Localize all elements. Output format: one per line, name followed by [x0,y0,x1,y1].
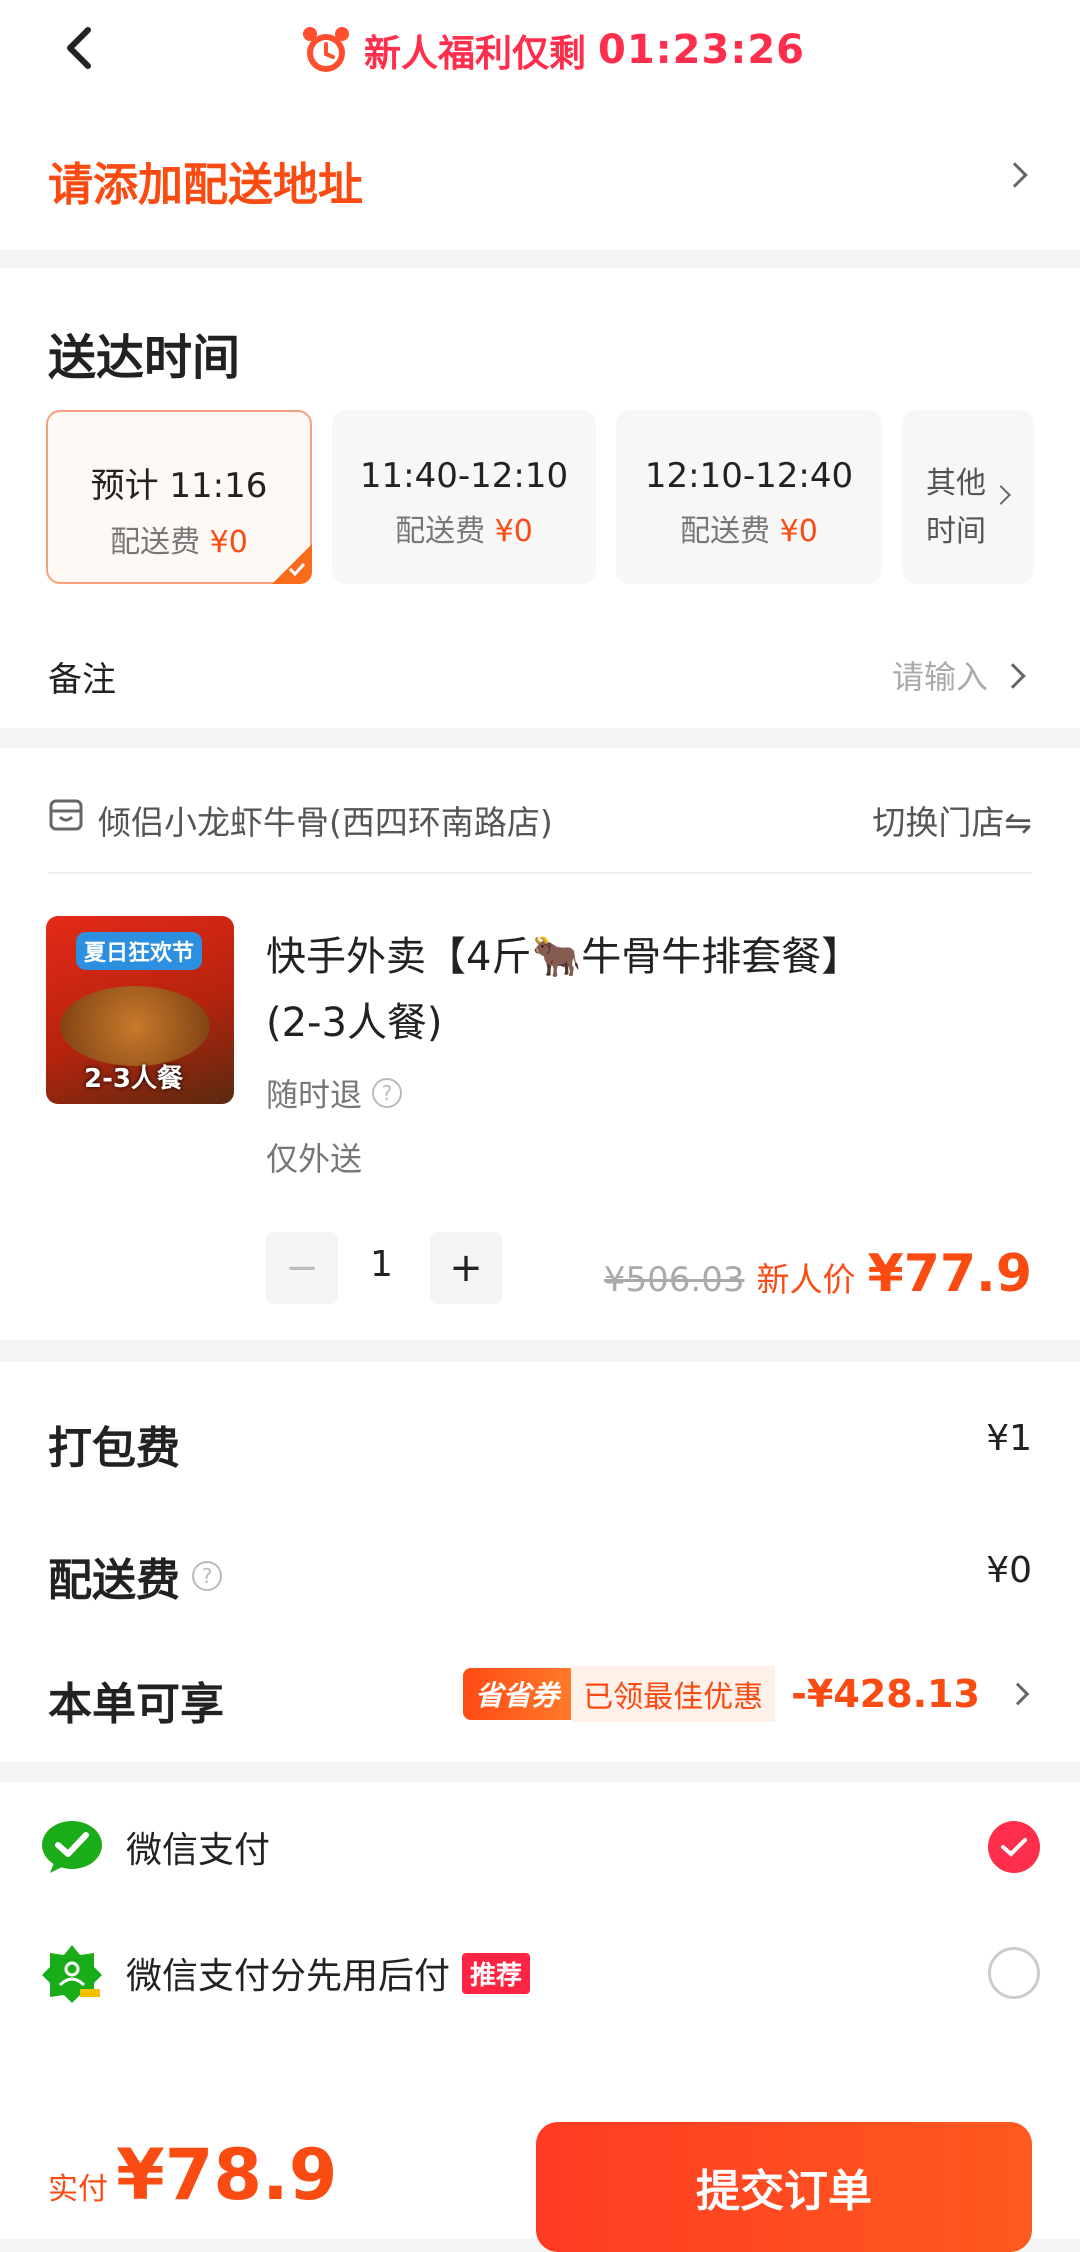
delivery-fee-value: ¥0 [986,1550,1032,1591]
discount-label: 本单可享 [48,1679,224,1730]
increment-button[interactable]: + [430,1232,502,1304]
slot-fee-label: 配送费 [110,525,201,560]
delivery-title: 送达时间 [48,330,241,386]
promo-countdown: 新人福利仅剩 01:23:26 [300,20,805,80]
fees-section: 打包费 ¥1 配送费 ? ¥0 本单可享 省省券 已领最佳优惠 -¥428.13 [0,1362,1080,1762]
store-name: 倾侣小龙虾牛骨(西四环南路店) [98,803,553,842]
food-photo [60,986,210,1066]
check-icon [1001,1838,1027,1857]
slot-fee: ¥0 [209,525,248,560]
slot-fee: ¥0 [494,514,533,549]
delivery-only: 仅外送 [266,1140,363,1178]
note-label: 备注 [48,660,116,700]
refund-text: 随时退 [266,1076,363,1114]
address-prompt: 请添加配送地址 [48,158,364,211]
radio-unselected[interactable] [988,1947,1040,1999]
slot-other-line1: 其他 [926,466,986,501]
slot-fee-label: 配送费 [395,514,486,549]
price-block: ¥506.03 新人价 ¥77.9 [604,1244,1032,1304]
discount-value: -¥428.13 [791,1672,980,1716]
promo-text: 新人福利仅剩 [364,32,586,75]
product-title-line2: (2-3人餐) [266,1000,443,1046]
chevron-right-icon [1006,1682,1030,1706]
wechat-credit-icon [42,1945,102,2003]
total-amount: ¥78.9 [116,2134,338,2216]
slot-fee: ¥0 [779,514,818,549]
switch-store-link[interactable]: 切换门店⇋ [872,796,1032,844]
product-image[interactable]: 夏日狂欢节 2-3人餐 [46,916,234,1104]
coupon-tag: 省省券 [463,1668,572,1720]
image-tag: 夏日狂欢节 [76,932,203,970]
payment-name: 微信支付 [126,1830,271,1871]
price-label: 新人价 [756,1260,856,1299]
product-section: 倾侣小龙虾牛骨(西四环南路店) 切换门店⇋ 夏日狂欢节 2-3人餐 快手外卖【4… [0,748,1080,1340]
divider [48,872,1032,874]
delivery-slot-2[interactable]: 11:40-12:10 配送费 ¥0 [332,410,596,584]
payment-option-wechat[interactable]: 微信支付 [40,1802,1040,1892]
paid-label: 实付 [48,2172,108,2207]
wechat-pay-icon [42,1821,102,1873]
delivery-slot-other[interactable]: 其他 时间 [902,410,1034,584]
image-sub: 2-3人餐 [84,1064,183,1094]
delivery-slot-3[interactable]: 12:10-12:40 配送费 ¥0 [616,410,882,584]
slot-fee-label: 配送费 [680,514,771,549]
radio-selected[interactable] [988,1821,1040,1873]
delivery-fee-row: 配送费 ? [48,1544,222,1608]
check-icon [288,562,306,576]
chevron-right-icon [1002,162,1028,188]
store-icon [49,799,83,831]
back-arrow-icon[interactable] [52,18,112,78]
quantity-value: 1 [370,1244,393,1285]
countdown-timer: 01:23:26 [598,27,805,73]
slot-time: 12:10-12:40 [644,456,854,496]
slot-time: 预计 11:16 [90,466,268,506]
delivery-slot-1[interactable]: 预计 11:16 配送费 ¥0 [46,410,312,584]
product-price: ¥77.9 [867,1244,1032,1304]
payment-name: 微信支付分先用后付 [126,1956,451,1997]
original-price: ¥506.03 [603,1260,745,1300]
payment-section: 微信支付 微信支付分先用后付 推荐 [0,1782,1080,2122]
packing-fee-label: 打包费 [48,1423,180,1474]
address-row[interactable]: 请添加配送地址 [0,100,1080,250]
slot-time: 11:40-12:10 [359,456,569,496]
discount-row[interactable]: 省省券 已领最佳优惠 -¥428.13 [463,1666,1032,1722]
help-icon[interactable]: ? [192,1561,222,1591]
alarm-clock-icon [303,27,349,72]
top-bar: 新人福利仅剩 01:23:26 [0,0,1080,100]
total-block: 实付 ¥78.9 [48,2134,337,2216]
decrement-button[interactable]: − [266,1232,338,1304]
note-input[interactable]: 请输入 [892,652,988,698]
delivery-fee-label: 配送费 [48,1555,180,1606]
recommend-badge: 推荐 [462,1952,531,1994]
coupon-text: 已领最佳优惠 [571,1666,776,1722]
help-icon[interactable]: ? [372,1078,403,1108]
product-title-line1: 快手外卖【4斤🐂牛骨牛排套餐】 [266,934,862,980]
slot-other-line2: 时间 [926,514,986,549]
refund-info: 随时退 ? [266,1070,403,1116]
submit-order-button[interactable]: 提交订单 [536,2122,1032,2252]
payment-option-wechat-credit[interactable]: 微信支付分先用后付 推荐 [40,1928,1040,2018]
packing-fee-value: ¥1 [986,1418,1032,1459]
